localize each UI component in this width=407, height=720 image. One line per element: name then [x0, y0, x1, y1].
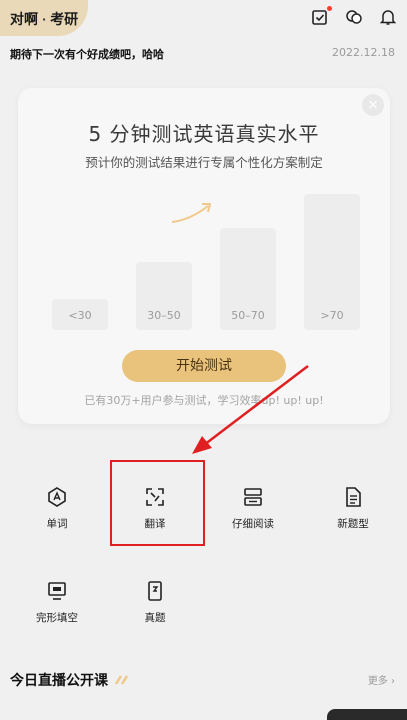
- document-icon: [342, 486, 364, 508]
- menu-label: 完形填空: [36, 612, 78, 624]
- level-bars: <30 30–50 50–70 >70: [48, 188, 360, 330]
- start-test-button[interactable]: 开始测试: [122, 350, 286, 382]
- menu-item-past-exams[interactable]: 真题: [120, 580, 190, 625]
- reading-icon: [242, 486, 264, 508]
- more-link[interactable]: 更多 ›: [368, 672, 395, 687]
- menu-item-cloze[interactable]: 完形填空: [22, 580, 92, 625]
- bell-icon[interactable]: [379, 8, 397, 26]
- popup-footer: 已有30万+用户参与测试，学习效率up! up! up!: [84, 394, 324, 407]
- notice-date: 2022.12.18: [332, 46, 395, 59]
- level-label: >70: [320, 309, 344, 322]
- level-label: <30: [68, 309, 92, 322]
- exam-icon: [144, 580, 166, 602]
- live-section-title: 今日直播公开课: [10, 673, 108, 689]
- cloze-icon: [46, 580, 68, 602]
- level-label: 30–50: [147, 309, 181, 322]
- menu-item-vocabulary[interactable]: 单词: [22, 486, 92, 531]
- level-test-popup[interactable]: × 5 分钟测试英语真实水平 预计你的测试结果进行专属个性化方案制定 <30 3…: [18, 88, 390, 424]
- decoration-icon: [114, 675, 129, 685]
- menu-label: 真题: [144, 612, 166, 624]
- notice-text[interactable]: 期待下一次有个好成绩吧，哈哈: [10, 46, 164, 62]
- close-icon[interactable]: ×: [362, 94, 384, 116]
- brand-name: 对啊: [10, 12, 38, 28]
- popup-title: 5 分钟测试英语真实水平: [88, 122, 320, 146]
- menu-item-reading[interactable]: 仔细阅读: [218, 486, 288, 531]
- checkbox-icon[interactable]: [311, 6, 332, 26]
- level-label: 50–70: [231, 309, 265, 322]
- popup-subtitle: 预计你的测试结果进行专属个性化方案制定: [85, 155, 323, 170]
- letter-a-icon: [46, 486, 68, 508]
- menu-label: 仔细阅读: [232, 518, 274, 530]
- highlight-box: [110, 460, 205, 546]
- menu-label: 单词: [46, 518, 68, 530]
- brand-separator: ·: [42, 12, 47, 26]
- menu-item-new-question-types[interactable]: 新题型: [318, 486, 388, 531]
- top-header: 对啊 · 考研: [0, 0, 407, 38]
- brand-switcher[interactable]: 对啊 · 考研: [10, 9, 78, 29]
- more-label: 更多: [367, 676, 388, 687]
- menu-label: 新题型: [337, 518, 369, 530]
- chat-bubbles-icon[interactable]: [345, 8, 363, 26]
- exam-category[interactable]: 考研: [50, 9, 78, 29]
- bottom-player-bar[interactable]: [327, 709, 407, 720]
- unread-dot: [327, 6, 332, 11]
